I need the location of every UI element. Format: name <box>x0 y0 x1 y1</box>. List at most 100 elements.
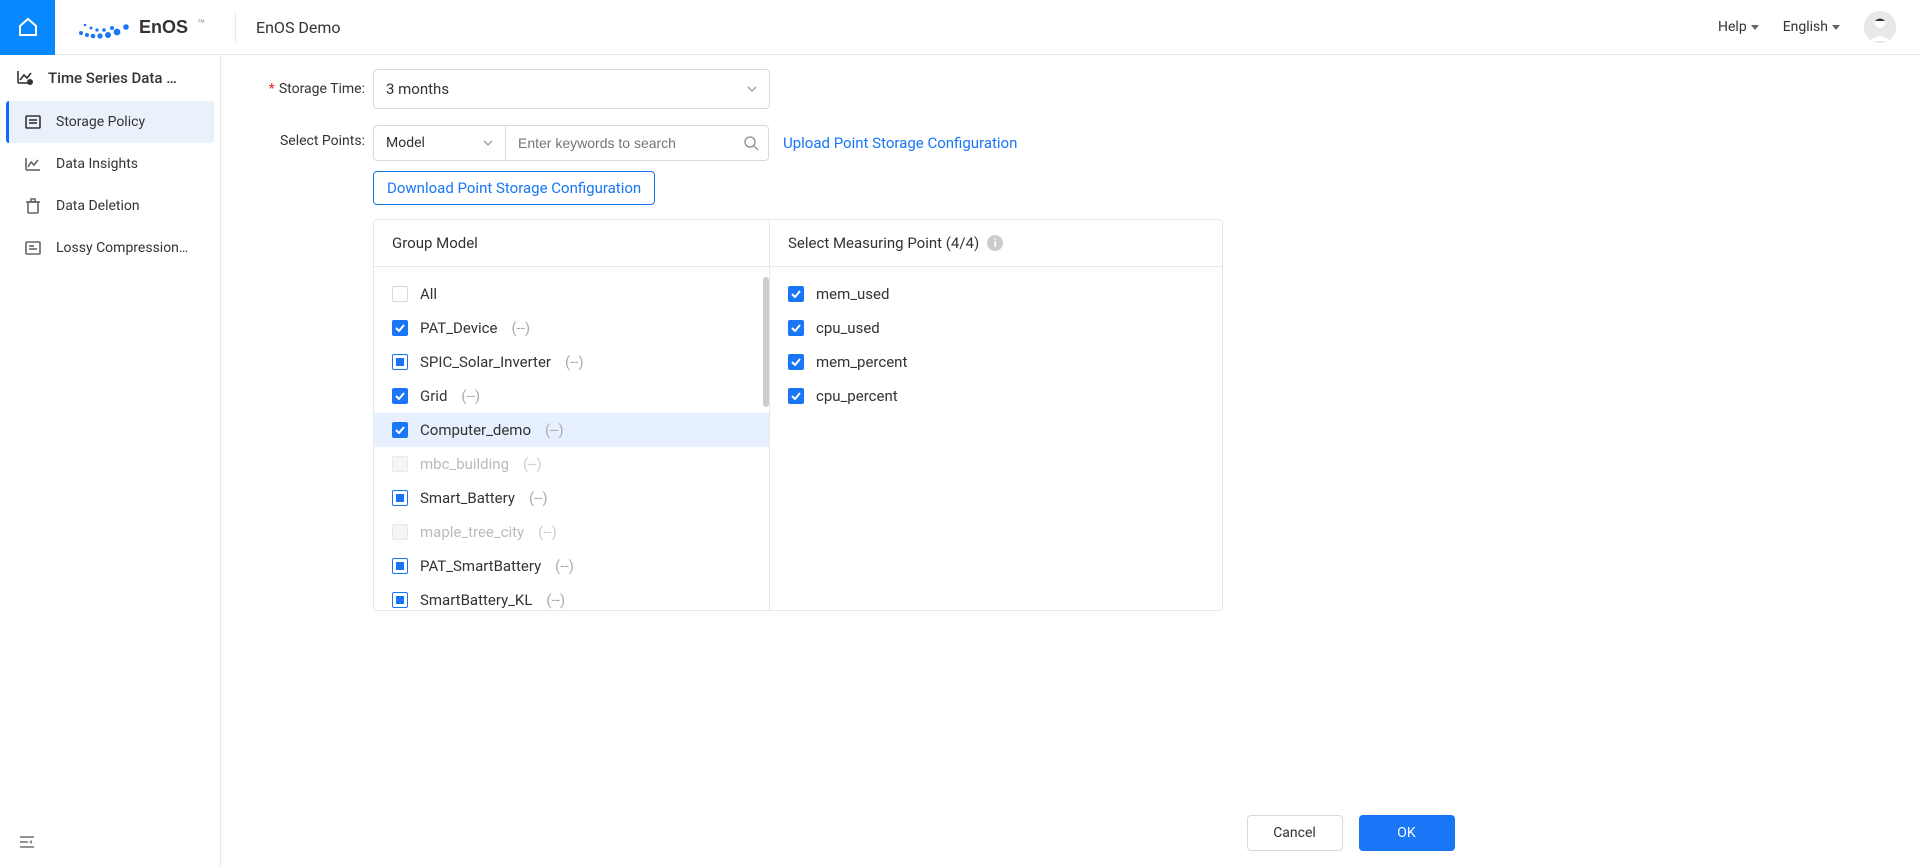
chevron-down-icon <box>1751 25 1759 30</box>
checkbox-checked[interactable] <box>392 422 408 438</box>
ok-button[interactable]: OK <box>1359 815 1455 851</box>
model-item-label: Computer_demo <box>420 421 531 439</box>
model-item-label: SPIC_Solar_Inverter <box>420 353 551 371</box>
points-search-input[interactable] <box>505 125 769 161</box>
help-label: Help <box>1718 19 1747 35</box>
sidebar-item-lossy-compression[interactable]: Lossy Compression… <box>6 227 214 269</box>
model-item[interactable]: PAT_SmartBattery (--) <box>374 549 769 583</box>
point-item[interactable]: cpu_percent <box>770 379 1222 413</box>
sidebar: Time Series Data … Storage Policy Data I… <box>0 55 221 867</box>
measuring-point-list: mem_used cpu_used mem_percent cpu_percent <box>770 267 1222 610</box>
checkbox-checked[interactable] <box>392 388 408 404</box>
info-icon[interactable]: i <box>987 235 1003 251</box>
model-item-suffix: (--) <box>565 353 584 371</box>
model-item-suffix: (--) <box>529 489 548 507</box>
sidebar-title-label: Time Series Data … <box>48 69 177 87</box>
storage-time-row: *Storage Time: 3 months <box>245 69 1896 109</box>
model-item-suffix: (--) <box>546 591 565 609</box>
model-item-label: maple_tree_city <box>420 523 524 541</box>
upload-config-link[interactable]: Upload Point Storage Configuration <box>783 134 1017 152</box>
compression-icon <box>24 239 42 257</box>
form-actions: Cancel OK <box>221 799 1920 867</box>
sidebar-item-storage-policy[interactable]: Storage Policy <box>6 101 214 143</box>
collapse-icon <box>18 833 36 851</box>
app-header: EnOS ™ EnOS Demo Help English <box>0 0 1920 55</box>
point-item[interactable]: cpu_used <box>770 311 1222 345</box>
language-menu[interactable]: English <box>1783 19 1840 35</box>
sidebar-item-label: Data Insights <box>56 156 138 172</box>
measuring-point-panel: Select Measuring Point (4/4) i mem_usedc… <box>770 220 1222 610</box>
scrollbar-thumb[interactable] <box>763 277 769 407</box>
sidebar-item-data-insights[interactable]: Data Insights <box>6 143 214 185</box>
deletion-icon <box>24 197 42 215</box>
model-item: maple_tree_city (--) <box>374 515 769 549</box>
cancel-button[interactable]: Cancel <box>1247 815 1343 851</box>
model-item-label: Grid <box>420 387 447 405</box>
model-item[interactable]: SPIC_Solar_Inverter (--) <box>374 345 769 379</box>
select-points-row: Select Points: Model Upload Point <box>245 125 1896 205</box>
model-item-label: mbc_building <box>420 455 509 473</box>
user-icon <box>1864 11 1896 43</box>
group-model-list[interactable]: AllPAT_Device (--)SPIC_Solar_Inverter (-… <box>374 267 769 610</box>
model-item-label: SmartBattery_KL <box>420 591 532 609</box>
checkbox-unchecked[interactable] <box>392 286 408 302</box>
model-item[interactable]: PAT_Device (--) <box>374 311 769 345</box>
sidebar-item-label: Storage Policy <box>56 114 145 130</box>
language-label: English <box>1783 19 1828 35</box>
point-item-label: cpu_used <box>816 319 880 337</box>
model-item[interactable]: Computer_demo (--) <box>374 413 769 447</box>
measuring-point-header: Select Measuring Point (4/4) i <box>770 220 1222 267</box>
model-item[interactable]: Grid (--) <box>374 379 769 413</box>
search-icon <box>743 135 759 151</box>
model-item-label: PAT_SmartBattery <box>420 557 541 575</box>
checkbox-indeterminate[interactable] <box>392 354 408 370</box>
model-item-suffix: (--) <box>555 557 574 575</box>
app-title: EnOS Demo <box>236 18 361 37</box>
home-icon <box>16 15 40 39</box>
chevron-down-icon <box>1832 25 1840 30</box>
checkbox-indeterminate[interactable] <box>392 558 408 574</box>
timeseries-icon <box>16 69 34 87</box>
checkbox-checked[interactable] <box>788 286 804 302</box>
select-points-label: Select Points: <box>245 125 373 149</box>
chevron-down-icon <box>483 138 493 148</box>
model-item-label: Smart_Battery <box>420 489 515 507</box>
checkbox-checked[interactable] <box>392 320 408 336</box>
group-model-panel: Group Model AllPAT_Device (--)SPIC_Solar… <box>374 220 770 610</box>
checkbox-checked[interactable] <box>788 354 804 370</box>
model-item-label: PAT_Device <box>420 319 497 337</box>
storage-time-value: 3 months <box>386 80 449 98</box>
user-avatar[interactable] <box>1864 11 1896 43</box>
model-item: mbc_building (--) <box>374 447 769 481</box>
model-item-suffix: (--) <box>461 387 480 405</box>
point-item-label: mem_percent <box>816 353 907 371</box>
sidebar-collapse-button[interactable] <box>0 821 220 867</box>
checkbox-disabled <box>392 456 408 472</box>
model-item[interactable]: All <box>374 277 769 311</box>
sidebar-item-label: Lossy Compression… <box>56 240 188 256</box>
checkbox-indeterminate[interactable] <box>392 490 408 506</box>
storage-time-label: *Storage Time: <box>245 81 373 97</box>
svg-text:™: ™ <box>197 18 205 27</box>
model-item[interactable]: Smart_Battery (--) <box>374 481 769 515</box>
insights-icon <box>24 155 42 173</box>
download-config-button[interactable]: Download Point Storage Configuration <box>373 171 655 205</box>
point-selector-panel: Group Model AllPAT_Device (--)SPIC_Solar… <box>373 219 1223 611</box>
checkbox-checked[interactable] <box>788 388 804 404</box>
model-item-label: All <box>420 285 437 303</box>
point-item-label: mem_used <box>816 285 889 303</box>
point-item[interactable]: mem_percent <box>770 345 1222 379</box>
home-logo-button[interactable] <box>0 0 55 55</box>
checkbox-checked[interactable] <box>788 320 804 336</box>
brand-logo: EnOS ™ <box>55 12 236 42</box>
point-item[interactable]: mem_used <box>770 277 1222 311</box>
checkbox-indeterminate[interactable] <box>392 592 408 608</box>
storage-time-select[interactable]: 3 months <box>373 69 770 109</box>
sidebar-item-data-deletion[interactable]: Data Deletion <box>6 185 214 227</box>
model-type-value: Model <box>386 135 425 151</box>
model-item-suffix: (--) <box>538 523 557 541</box>
model-type-select[interactable]: Model <box>373 125 505 161</box>
model-item[interactable]: SmartBattery_KL (--) <box>374 583 769 610</box>
help-menu[interactable]: Help <box>1718 19 1759 35</box>
point-item-label: cpu_percent <box>816 387 898 405</box>
